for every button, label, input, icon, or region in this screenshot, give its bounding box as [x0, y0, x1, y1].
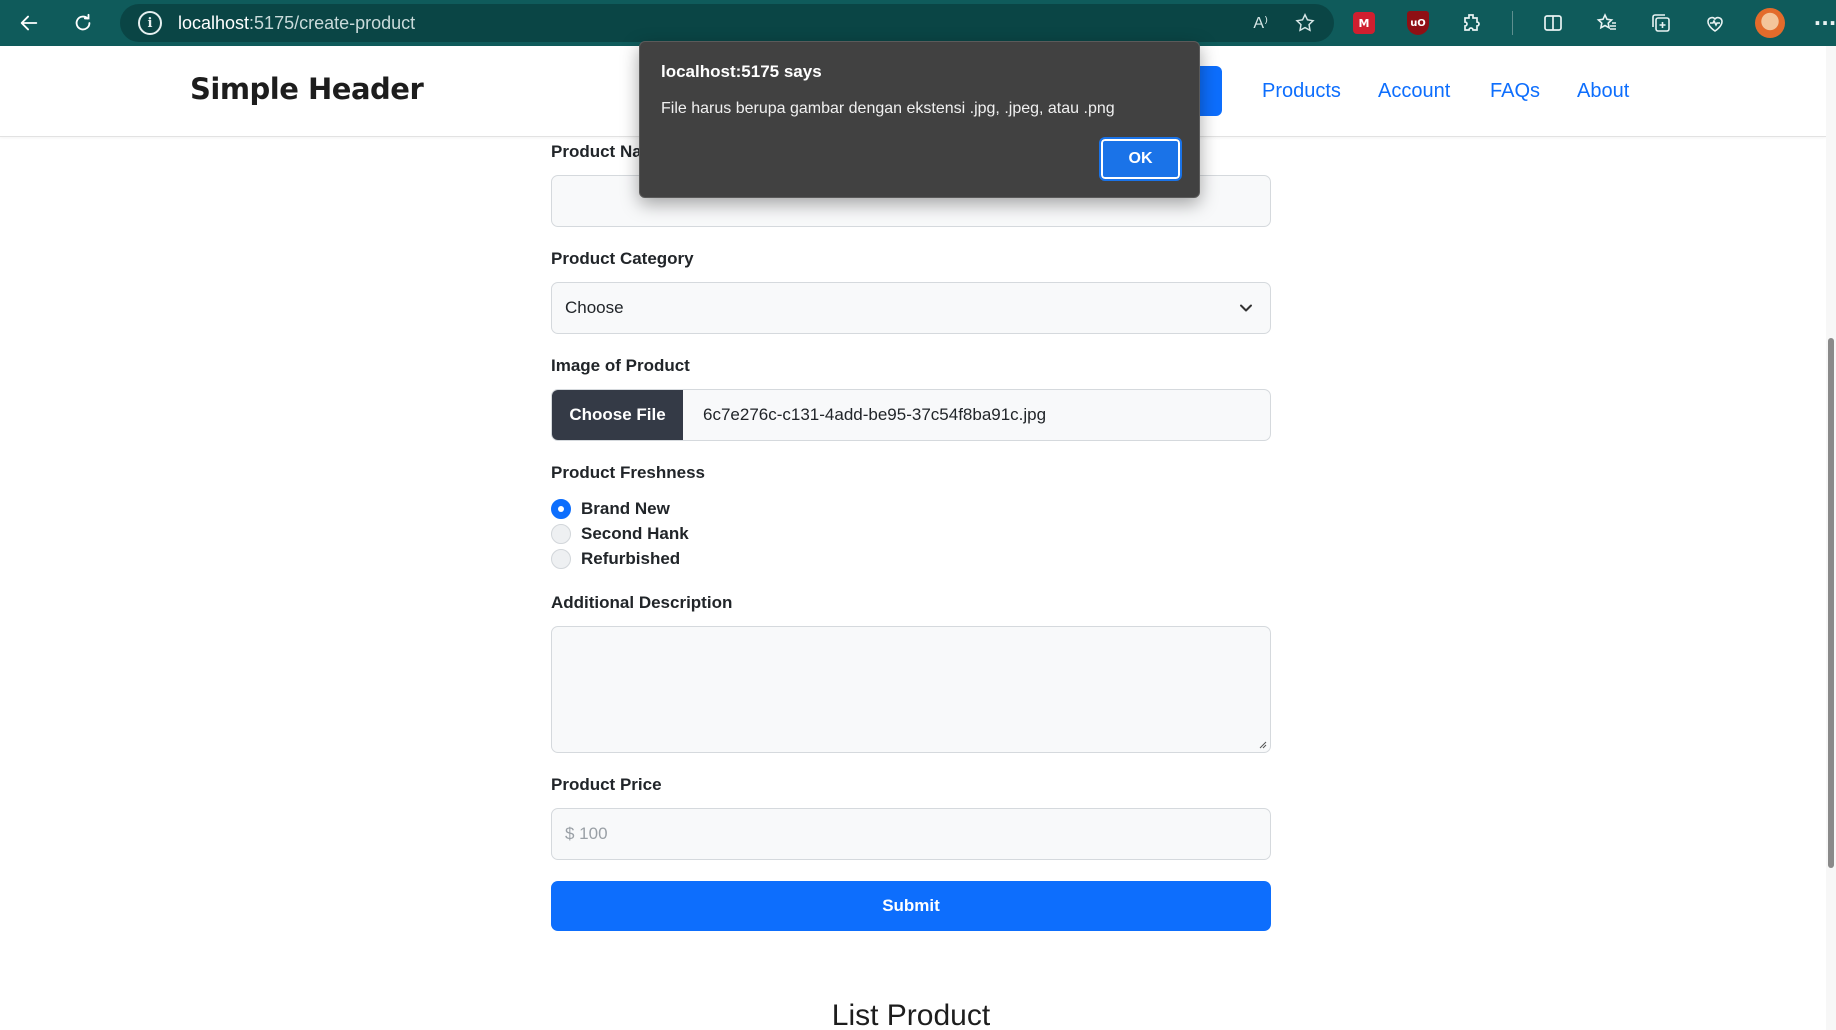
radio-button[interactable] [551, 549, 571, 569]
toolbar-separator [1512, 11, 1513, 35]
alert-dialog: localhost:5175 says File harus berupa ga… [639, 41, 1200, 198]
price-input[interactable]: $ 100 [551, 808, 1271, 860]
brand-title[interactable]: Simple Header [190, 72, 424, 106]
ublock-icon[interactable]: uO [1404, 9, 1432, 37]
price-label: Product Price [551, 775, 662, 794]
description-label: Additional Description [551, 593, 733, 612]
image-file-input[interactable]: Choose File 6c7e276c-c131-4add-be95-37c5… [551, 389, 1271, 441]
browser-essentials-icon[interactable] [1701, 9, 1729, 37]
price-placeholder: $ 100 [565, 824, 608, 843]
freshness-label: Product Freshness [551, 463, 705, 482]
nav-link-faqs[interactable]: FAQs [1490, 46, 1540, 137]
radio-button[interactable] [551, 524, 571, 544]
nav-link-products[interactable]: Products [1262, 46, 1341, 137]
profile-avatar[interactable] [1755, 8, 1785, 38]
radio-label: Refurbished [581, 549, 681, 568]
info-icon[interactable]: i [138, 11, 162, 35]
split-screen-icon[interactable] [1539, 9, 1567, 37]
browser-toolbar: i localhost:5175/create-product A⁾ M uO … [0, 0, 1836, 46]
back-arrow-icon [20, 15, 38, 31]
radio-refurbished[interactable]: Refurbished [551, 548, 680, 570]
product-category-label: Product Category [551, 249, 694, 268]
toolbar-extensions: M uO ··· [1350, 0, 1836, 46]
radio-label: Brand New [581, 499, 670, 518]
chevron-down-icon [1240, 304, 1252, 312]
product-category-value: Choose [565, 298, 624, 317]
refresh-icon [75, 13, 91, 31]
page-scrollbar[interactable] [1826, 46, 1836, 1030]
choose-file-button[interactable]: Choose File [552, 390, 683, 440]
dialog-message: File harus berupa gambar dengan ekstensi… [661, 100, 1115, 117]
collections-icon[interactable] [1647, 9, 1675, 37]
extension-red-icon[interactable]: M [1350, 9, 1378, 37]
radio-brand-new[interactable]: Brand New [551, 498, 670, 520]
favorites-icon[interactable] [1593, 9, 1621, 37]
dialog-title: localhost:5175 says [661, 62, 822, 81]
description-textarea[interactable] [551, 626, 1271, 753]
radio-label: Second Hank [581, 524, 689, 543]
radio-button[interactable] [551, 499, 571, 519]
radio-second-hank[interactable]: Second Hank [551, 523, 689, 545]
address-bar[interactable]: i localhost:5175/create-product A⁾ [120, 4, 1334, 42]
nav-link-about[interactable]: About [1577, 46, 1629, 137]
file-name: 6c7e276c-c131-4add-be95-37c54f8ba91c.jpg [703, 405, 1047, 424]
dialog-ok-button[interactable]: OK [1099, 137, 1182, 181]
star-icon[interactable] [1294, 12, 1316, 34]
address-bar-actions: A⁾ [1253, 4, 1316, 42]
resize-handle-icon[interactable] [1257, 739, 1267, 749]
url-text[interactable]: localhost:5175/create-product [178, 13, 415, 34]
refresh-button[interactable] [60, 0, 106, 46]
submit-button[interactable]: Submit [551, 881, 1271, 931]
read-aloud-icon[interactable]: A⁾ [1253, 13, 1268, 33]
product-category-select[interactable]: Choose [551, 282, 1271, 334]
extensions-icon[interactable] [1458, 9, 1486, 37]
back-button[interactable] [6, 0, 52, 46]
more-icon[interactable]: ··· [1811, 9, 1836, 37]
list-product-title: List Product [831, 999, 991, 1030]
scrollbar-thumb[interactable] [1828, 338, 1834, 868]
nav-link-account[interactable]: Account [1378, 46, 1450, 137]
image-label: Image of Product [551, 356, 690, 375]
